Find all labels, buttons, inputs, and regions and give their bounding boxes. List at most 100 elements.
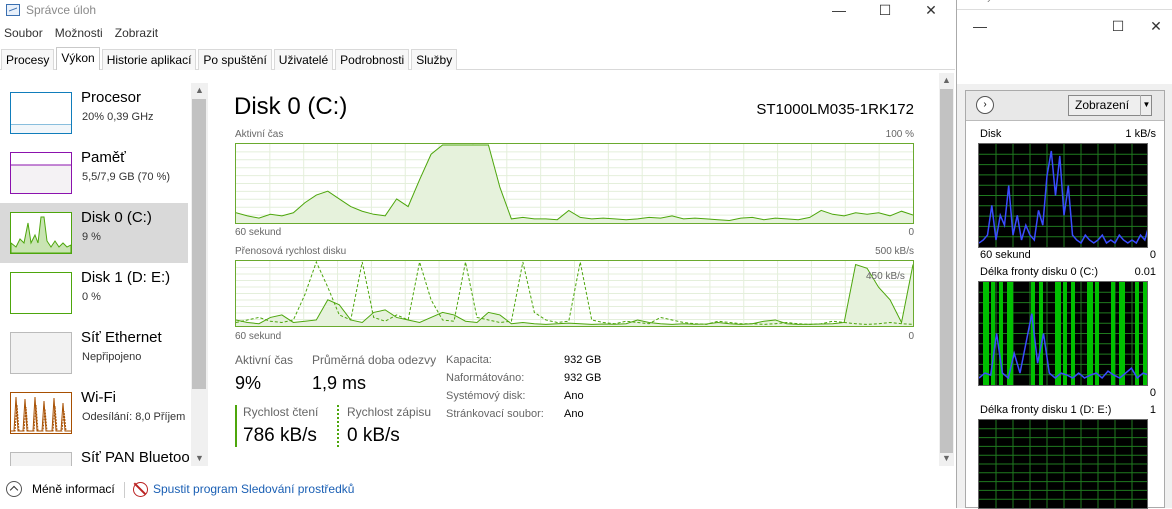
main-scrollbar[interactable]: ▲ ▼ bbox=[939, 73, 954, 466]
prop-system-disk-value: Ano bbox=[564, 390, 584, 402]
prop-capacity-value: 932 GB bbox=[564, 354, 602, 366]
rm-disk-max: 1 kB/s bbox=[1125, 128, 1156, 140]
write-speed-label: Rychlost zápisu bbox=[347, 405, 432, 419]
tab-details[interactable]: Podrobnosti bbox=[335, 49, 410, 70]
fewer-details-link[interactable]: Méně informací bbox=[32, 482, 115, 496]
menu-file[interactable]: Soubor bbox=[4, 26, 43, 44]
scroll-up-icon[interactable]: ▲ bbox=[942, 75, 951, 85]
graph1-time: 60 sekund bbox=[235, 227, 282, 238]
response-time-label: Průměrná doba odezvy bbox=[312, 353, 437, 367]
prop-system-disk-label: Systémový disk: bbox=[446, 390, 526, 402]
disk1-thumbnail bbox=[10, 272, 72, 314]
menu-bar: Soubor Možnosti Zobrazit bbox=[0, 26, 158, 44]
prop-capacity-label: Kapacita: bbox=[446, 354, 492, 366]
sidebar-item-label: Disk 0 (C:) bbox=[81, 209, 152, 226]
sidebar-item-label: Disk 1 (D: E:) bbox=[81, 269, 171, 286]
rm-queue1-max: 1 bbox=[1149, 404, 1156, 416]
tab-startup[interactable]: Po spuštění bbox=[198, 49, 272, 70]
scroll-up-icon[interactable]: ▲ bbox=[195, 85, 204, 95]
rm-graph-panel: › Zobrazení ▼ Disk 1 kB/s 60 sekund 0 Dé… bbox=[965, 90, 1165, 509]
sidebar-item-bluetooth[interactable]: Síť PAN Bluetoo bbox=[0, 443, 190, 466]
sidebar-item-sub: 5,5/7,9 GB (70 %) bbox=[82, 171, 171, 183]
tab-performance[interactable]: Výkon bbox=[56, 47, 100, 70]
rm-queue1-label: Délka fronty disku 1 (D: E:) bbox=[980, 404, 1112, 416]
graph2-min: 0 bbox=[908, 331, 914, 342]
queue-bar bbox=[1063, 282, 1067, 385]
graph2-time: 60 sekund bbox=[235, 331, 282, 342]
footer-divider bbox=[124, 482, 125, 498]
chevron-down-icon[interactable]: ▼ bbox=[1140, 95, 1152, 116]
sidebar-item-sub: Odesílání: 8,0 Příjem bbox=[82, 411, 186, 423]
performance-sidebar: Procesor 20% 0,39 GHz Paměť 5,5/7,9 GB (… bbox=[0, 83, 210, 466]
rm-title-bar[interactable]: — ☐ ✕ bbox=[957, 10, 1172, 84]
sidebar-item-cpu[interactable]: Procesor 20% 0,39 GHz bbox=[0, 83, 188, 143]
rm-queue0-max: 0.01 bbox=[1134, 266, 1156, 278]
close-button[interactable]: ✕ bbox=[908, 0, 954, 22]
queue-bar bbox=[1039, 282, 1043, 385]
write-speed-value: 0 kB/s bbox=[347, 425, 400, 446]
scroll-down-icon[interactable]: ▼ bbox=[942, 453, 951, 463]
sidebar-item-label: Wi-Fi bbox=[81, 389, 116, 406]
sidebar-scrollbar[interactable]: ▲ ▼ bbox=[191, 83, 208, 466]
tab-processes[interactable]: Procesy bbox=[1, 49, 55, 70]
chevron-up-icon[interactable] bbox=[6, 481, 22, 497]
tab-app-history[interactable]: Historie aplikací bbox=[101, 49, 197, 70]
queue-bar bbox=[1071, 282, 1075, 385]
rm-minimize-button[interactable]: — bbox=[957, 16, 1003, 38]
cpu-thumbnail bbox=[10, 92, 72, 134]
chevron-right-icon[interactable]: › bbox=[976, 96, 994, 114]
queue-bar bbox=[1095, 282, 1099, 385]
queue-bar bbox=[1143, 282, 1147, 385]
prop-pagefile-label: Stránkovací soubor: bbox=[446, 408, 544, 420]
resource-monitor-window: › — ☐ ✕ › Zobrazení ▼ Disk 1 kB/s 60 sek… bbox=[956, 0, 1172, 509]
sidebar-item-sub: 20% 0,39 GHz bbox=[82, 111, 154, 123]
open-resource-monitor-link[interactable]: Spustit program Sledování prostředků bbox=[153, 482, 354, 496]
sidebar-item-disk0[interactable]: Disk 0 (C:) 9 % bbox=[0, 203, 188, 263]
menu-options[interactable]: Možnosti bbox=[55, 26, 103, 44]
active-time-label: Aktivní čas bbox=[235, 353, 294, 367]
scroll-down-icon[interactable]: ▼ bbox=[195, 453, 204, 463]
rm-close-button[interactable]: ✕ bbox=[1133, 16, 1172, 38]
minimize-button[interactable]: — bbox=[816, 0, 862, 22]
rm-queue0-min: 0 bbox=[1149, 387, 1156, 399]
rm-body: › Zobrazení ▼ Disk 1 kB/s 60 sekund 0 Dé… bbox=[957, 84, 1172, 509]
page-title: Disk 0 (C:) bbox=[234, 93, 348, 120]
title-bar[interactable]: Správce úloh — ☐ ✕ bbox=[0, 0, 955, 22]
maximize-button[interactable]: ☐ bbox=[862, 0, 908, 22]
read-speed-label: Rychlost čtení bbox=[243, 405, 319, 419]
prop-formatted-value: 932 GB bbox=[564, 372, 602, 384]
sidebar-item-disk1[interactable]: Disk 1 (D: E:) 0 % bbox=[0, 263, 188, 323]
window-title: Správce úloh bbox=[26, 3, 97, 17]
rm-disk-time: 60 sekund bbox=[980, 249, 1031, 261]
queue-bar bbox=[1055, 282, 1061, 385]
sidebar-item-label: Síť Ethernet bbox=[81, 329, 162, 346]
read-speed-marker bbox=[235, 405, 237, 447]
prop-pagefile-value: Ano bbox=[564, 408, 584, 420]
tab-services[interactable]: Služby bbox=[411, 49, 458, 70]
menu-view[interactable]: Zobrazit bbox=[115, 26, 158, 44]
rm-disk-min: 0 bbox=[1149, 249, 1156, 261]
sidebar-item-memory[interactable]: Paměť 5,5/7,9 GB (70 %) bbox=[0, 143, 188, 203]
rm-disk-graph bbox=[978, 143, 1148, 248]
task-manager-window: Správce úloh — ☐ ✕ Soubor Možnosti Zobra… bbox=[0, 0, 955, 508]
rm-toolbar: › Zobrazení ▼ bbox=[966, 91, 1164, 121]
tab-users[interactable]: Uživatelé bbox=[273, 49, 334, 70]
sidebar-item-label: Síť PAN Bluetoo bbox=[81, 449, 190, 466]
queue-bar bbox=[1087, 282, 1093, 385]
queue-bar bbox=[1135, 282, 1139, 385]
sidebar-item-wifi[interactable]: Wi-Fi Odesílání: 8,0 Příjem bbox=[0, 383, 188, 443]
queue-bar bbox=[1119, 282, 1125, 385]
tab-bar: Procesy Výkon Historie aplikací Po spušt… bbox=[0, 47, 955, 70]
sidebar-item-label: Paměť bbox=[81, 149, 126, 166]
sidebar-scroll-thumb[interactable] bbox=[192, 99, 206, 389]
main-scroll-thumb[interactable] bbox=[940, 89, 953, 453]
queue-bar bbox=[1111, 282, 1115, 385]
disk0-thumbnail bbox=[10, 212, 72, 254]
chevron-right-icon[interactable]: › bbox=[987, 0, 991, 6]
resource-monitor-icon bbox=[133, 482, 148, 497]
read-speed-value: 786 kB/s bbox=[243, 425, 317, 446]
graph1-min: 0 bbox=[908, 227, 914, 238]
rm-queue0-label: Délka fronty disku 0 (C:) bbox=[980, 266, 1098, 278]
sidebar-item-sub: 9 % bbox=[82, 231, 101, 243]
sidebar-item-ethernet[interactable]: Síť Ethernet Nepřipojeno bbox=[0, 323, 188, 383]
